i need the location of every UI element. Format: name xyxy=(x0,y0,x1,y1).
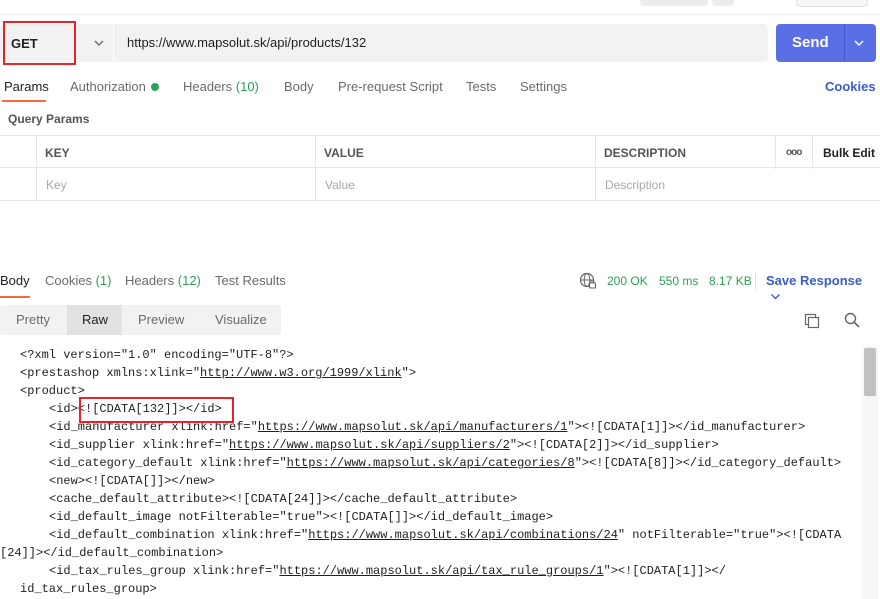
divider xyxy=(0,14,880,15)
code-line: <id_default_combination xlink:href="http… xyxy=(20,526,850,544)
code-line: <id_tax_rules_group xlink:href="https://… xyxy=(20,562,850,580)
tab-body[interactable]: Body xyxy=(284,79,314,94)
view-raw-button[interactable]: Raw xyxy=(82,312,108,327)
code-text: <id_supplier xlink:href=" xyxy=(49,438,230,452)
code-line: <id_category_default xlink:href="https:/… xyxy=(20,454,850,472)
divider xyxy=(755,273,756,289)
code-text: "><![CDATA[8]]></id_category_default> xyxy=(574,456,842,470)
status-dot-icon xyxy=(151,83,159,91)
header-cell-description: DESCRIPTION xyxy=(596,136,776,169)
response-size[interactable]: 8.17 KB xyxy=(709,274,752,288)
header-cell-key: KEY xyxy=(37,136,316,169)
code-link[interactable]: https://www.mapsolut.sk/api/combinations… xyxy=(308,528,618,542)
value-input[interactable]: Value xyxy=(316,168,596,201)
header-cell-value: VALUE xyxy=(316,136,596,169)
key-input[interactable]: Key xyxy=(37,168,316,201)
code-line: [24]]></id_default_combination> xyxy=(0,544,850,562)
code-link[interactable]: https://www.mapsolut.sk/api/manufacturer… xyxy=(258,420,568,434)
response-tab-cookies-label: Cookies xyxy=(45,273,92,288)
response-tab-cookies[interactable]: Cookies (1) xyxy=(45,273,111,288)
code-line: <?xml version="1.0" encoding="UTF-8"?> xyxy=(20,348,294,362)
code-line: <prestashop xmlns:xlink="http://www.w3.o… xyxy=(20,364,850,382)
search-icon[interactable] xyxy=(843,311,861,329)
code-line: id_tax_rules_group> xyxy=(20,582,157,596)
code-text: <id_default_combination xlink:href=" xyxy=(49,528,309,542)
send-divider xyxy=(844,24,845,62)
response-tab-body[interactable]: Body xyxy=(0,273,30,288)
highlight-box-id xyxy=(79,397,234,423)
tab-prerequest-script[interactable]: Pre-request Script xyxy=(338,79,443,94)
code-line: <new><![CDATA[]]></new> xyxy=(49,474,215,488)
description-input[interactable]: Description xyxy=(596,168,880,201)
more-options-button[interactable]: ooo xyxy=(776,136,813,169)
send-button-label[interactable]: Send xyxy=(792,34,829,51)
code-text: "><![CDATA[1]]></id_manufacturer> xyxy=(567,420,806,434)
active-tab-indicator xyxy=(2,100,46,102)
response-tab-headers-label: Headers xyxy=(125,273,175,288)
active-tab-indicator xyxy=(0,296,30,298)
row-checkbox-cell xyxy=(0,136,37,169)
column-description: DESCRIPTION xyxy=(604,146,687,160)
save-response-label: Save Response xyxy=(766,273,863,288)
chevron-down-icon xyxy=(771,294,780,300)
tab-tests[interactable]: Tests xyxy=(466,79,496,94)
more-options-icon[interactable]: ooo xyxy=(786,147,802,158)
globe-lock-icon[interactable] xyxy=(579,272,597,290)
copy-icon[interactable] xyxy=(803,312,821,330)
cookies-link[interactable]: Cookies xyxy=(825,79,876,94)
top-toolbar-button[interactable] xyxy=(640,0,708,6)
status-code[interactable]: 200 OK xyxy=(607,274,648,288)
response-tab-test-results[interactable]: Test Results xyxy=(215,273,286,288)
view-visualize-button[interactable]: Visualize xyxy=(215,312,267,327)
bulk-edit-button[interactable]: Bulk Edit xyxy=(823,146,875,160)
send-options-chevron-icon[interactable] xyxy=(853,38,865,48)
view-pretty-button[interactable]: Pretty xyxy=(16,312,50,327)
description-placeholder: Description xyxy=(605,178,666,192)
column-value: VALUE xyxy=(324,146,364,160)
code-link[interactable]: https://www.mapsolut.sk/api/categories/8 xyxy=(287,456,575,470)
save-response-button[interactable]: Save Response xyxy=(766,273,880,303)
url-input[interactable]: https://www.mapsolut.sk/api/products/132 xyxy=(127,35,366,50)
response-tab-cookies-count: (1) xyxy=(95,273,112,288)
value-placeholder: Value xyxy=(325,178,355,192)
code-text: " notFilterable="true"><![CDATA xyxy=(617,528,842,542)
table-row: Key Value Description xyxy=(0,168,880,201)
response-body-code[interactable]: <?xml version="1.0" encoding="UTF-8"?> <… xyxy=(0,346,850,598)
code-text: [24]]></id_default_combination> xyxy=(0,546,224,560)
top-toolbar-icon[interactable] xyxy=(712,0,734,6)
code-text: <id_tax_rules_group xlink:href=" xyxy=(49,564,280,578)
highlight-box-method xyxy=(3,21,76,65)
tab-authorization[interactable]: Authorization xyxy=(70,79,146,94)
top-toolbar-toggle[interactable] xyxy=(796,0,868,7)
tab-headers-label: Headers xyxy=(183,79,233,94)
query-params-table: KEY VALUE DESCRIPTION ooo Bulk Edit Key … xyxy=(0,135,880,202)
view-preview-button[interactable]: Preview xyxy=(138,312,184,327)
response-tab-headers[interactable]: Headers (12) xyxy=(125,273,201,288)
key-placeholder: Key xyxy=(46,178,67,192)
code-link[interactable]: https://www.mapsolut.sk/api/suppliers/2 xyxy=(229,438,510,452)
scrollbar-thumb[interactable] xyxy=(864,348,876,396)
code-line: <cache_default_attribute><![CDATA[24]]><… xyxy=(49,492,518,506)
code-line: <id_supplier xlink:href="https://www.map… xyxy=(20,436,850,454)
response-tab-headers-count: (12) xyxy=(177,273,201,288)
tab-settings[interactable]: Settings xyxy=(520,79,567,94)
chevron-down-icon[interactable] xyxy=(93,38,105,48)
tab-params[interactable]: Params xyxy=(4,79,49,94)
code-text: "><![CDATA[2]]></id_supplier> xyxy=(509,438,719,452)
table-header-row: KEY VALUE DESCRIPTION ooo Bulk Edit xyxy=(0,135,880,169)
tab-headers-count: (10) xyxy=(235,79,259,94)
code-line: <id_default_image notFilterable="true"><… xyxy=(49,510,554,524)
code-link[interactable]: https://www.mapsolut.sk/api/tax_rule_gro… xyxy=(279,564,603,578)
row-checkbox-cell[interactable] xyxy=(0,168,37,201)
response-time[interactable]: 550 ms xyxy=(659,274,698,288)
request-url-bar xyxy=(0,24,768,62)
code-text: <prestashop xmlns:xlink=" xyxy=(20,366,201,380)
column-key: KEY xyxy=(45,146,70,160)
query-params-title: Query Params xyxy=(8,112,90,126)
code-text: "><![CDATA[1]]></ xyxy=(603,564,726,578)
code-link[interactable]: http://www.w3.org/1999/xlink xyxy=(200,366,402,380)
code-text: "> xyxy=(401,366,417,380)
tab-headers[interactable]: Headers (10) xyxy=(183,79,259,94)
code-text: <id_category_default xlink:href=" xyxy=(49,456,287,470)
